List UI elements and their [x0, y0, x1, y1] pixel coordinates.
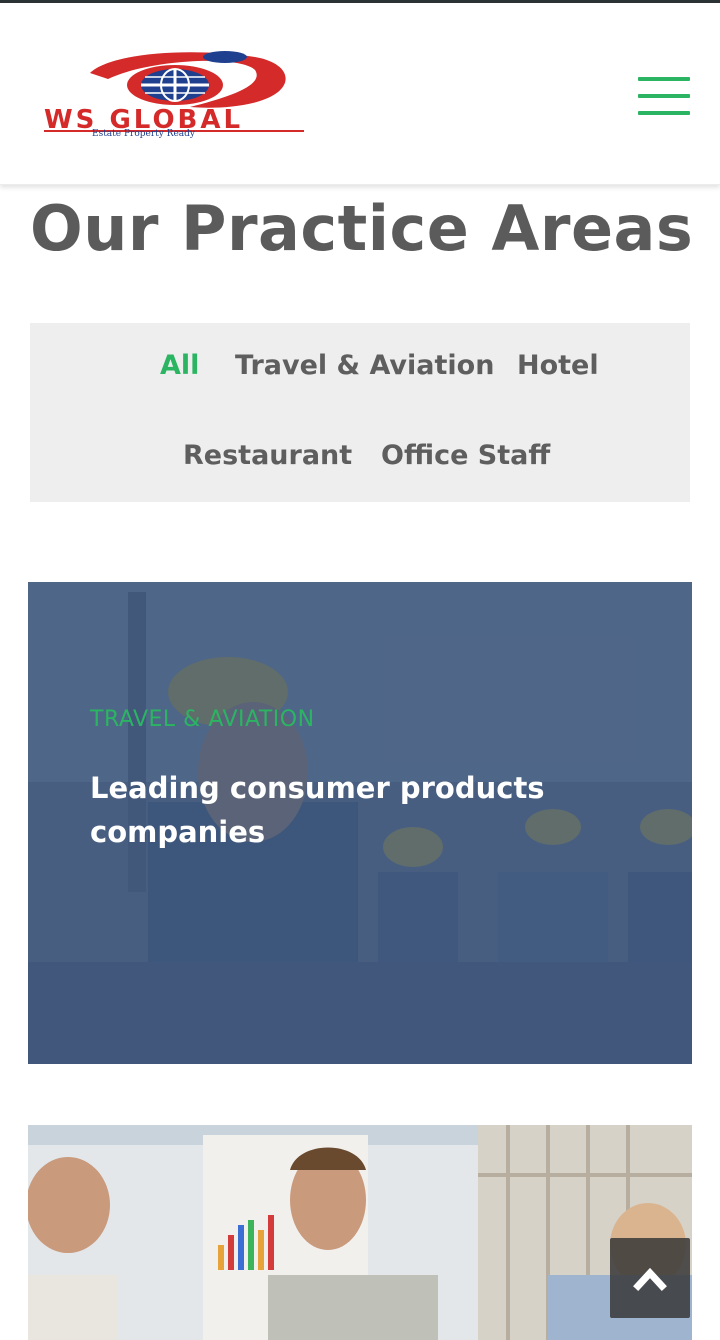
filter-office-staff[interactable]: Office Staff	[381, 440, 550, 471]
page-title: Our Practice Areas	[30, 192, 694, 265]
filter-travel-aviation[interactable]: Travel & Aviation	[235, 350, 494, 381]
practice-filter-bar: All Travel & Aviation Hotel Restaurant O…	[30, 323, 690, 502]
card-title[interactable]: Leading consumer products companies	[90, 766, 590, 854]
hamburger-menu-icon[interactable]	[636, 77, 692, 117]
logo-tagline: Estate Property Ready	[92, 129, 196, 139]
site-logo[interactable]: WS GLOBAL Estate Property Ready	[40, 45, 310, 145]
scroll-to-top-button[interactable]	[610, 1238, 690, 1318]
chevron-up-icon	[633, 1267, 667, 1291]
office-team-image	[28, 1125, 692, 1340]
filter-all[interactable]: All	[160, 350, 199, 381]
site-header: WS GLOBAL Estate Property Ready	[0, 3, 720, 185]
practice-card-travel-aviation[interactable]: TRAVEL & AVIATION Leading consumer produ…	[28, 582, 692, 1064]
filter-hotel[interactable]: Hotel	[517, 350, 599, 381]
practice-card-office[interactable]	[28, 1125, 692, 1340]
card-category[interactable]: TRAVEL & AVIATION	[90, 707, 315, 732]
filter-restaurant[interactable]: Restaurant	[183, 440, 352, 471]
